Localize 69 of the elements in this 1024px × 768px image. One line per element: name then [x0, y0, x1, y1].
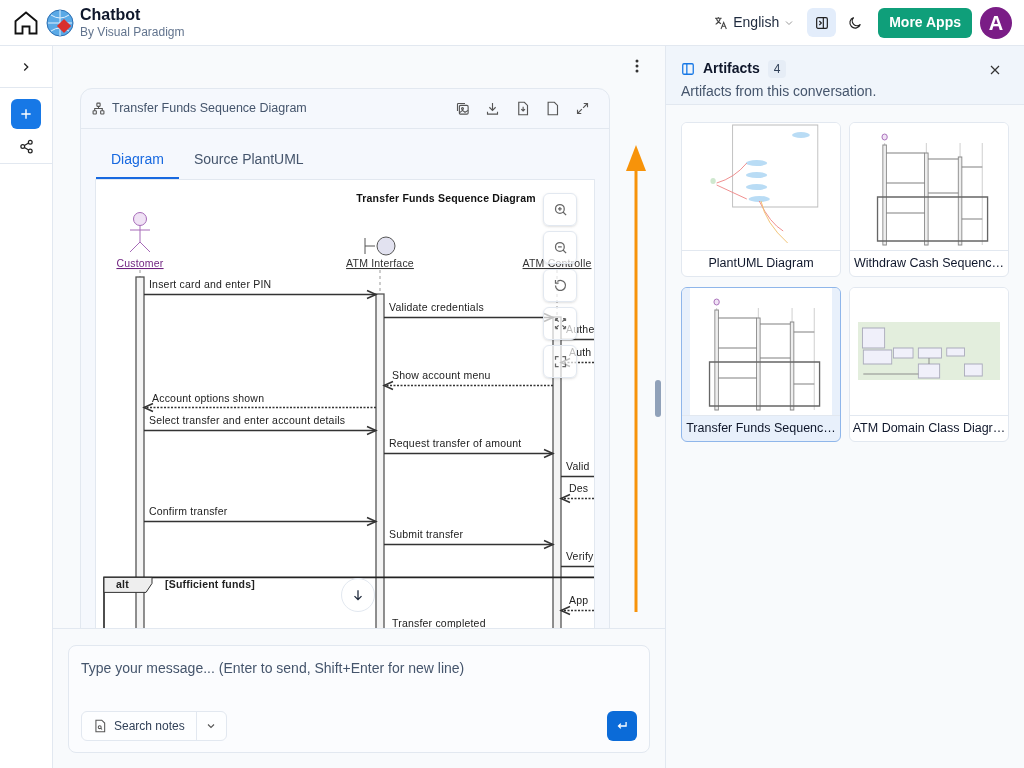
message-label: Account options shown — [152, 391, 265, 404]
diagram-title: Transfer Funds Sequence Diagram — [356, 192, 536, 204]
copy-image-icon[interactable] — [455, 101, 470, 116]
participant-label: ATM Controlle — [522, 257, 592, 269]
app-title: Chatbot — [80, 5, 142, 25]
file-search-icon — [93, 719, 107, 733]
artifact-label: ATM Domain Class Diagr… — [850, 415, 1008, 441]
panel-toggle-button[interactable] — [807, 8, 837, 37]
zoom-in-button[interactable] — [543, 193, 577, 226]
message-label: Auth — [569, 346, 592, 359]
message-label: Show account menu — [392, 368, 491, 381]
new-chat-button[interactable] — [11, 99, 41, 129]
logo-icon — [46, 8, 74, 37]
artifact-card[interactable]: Withdraw Cash Sequenc… — [849, 122, 1009, 277]
user-avatar[interactable]: A — [980, 6, 1012, 39]
actor-icon — [129, 212, 151, 253]
message-label: Confirm transfer — [149, 505, 228, 517]
share-icon[interactable] — [18, 139, 34, 154]
message-label: Insert card and enter PIN — [149, 278, 272, 290]
scrollbar-thumb[interactable] — [655, 380, 661, 417]
reset-button[interactable] — [543, 269, 577, 302]
message-label: Verify — [566, 550, 594, 563]
plus-icon — [19, 107, 33, 121]
arrows-out-icon — [552, 316, 568, 331]
zoom-out-icon — [552, 240, 568, 255]
message-label: Des — [569, 482, 589, 495]
artifact-label: PlantUML Diagram — [682, 250, 840, 276]
message-label: Submit transfer — [389, 527, 464, 540]
file-icon[interactable] — [545, 101, 560, 116]
participant-label: Customer — [116, 257, 164, 269]
participant-label: ATM Interface — [346, 257, 414, 269]
message-label: Authe — [566, 323, 594, 336]
artifact-card[interactable]: PlantUML Diagram — [681, 122, 841, 277]
boundary-icon — [364, 236, 396, 256]
moon-icon[interactable] — [847, 14, 864, 31]
panel-title: Artifacts — [703, 59, 760, 78]
expand-icon[interactable] — [575, 101, 590, 116]
fragment-tab — [103, 576, 153, 593]
artifact-card[interactable]: ATM Domain Class Diagr… — [849, 287, 1009, 442]
translate-icon — [713, 14, 730, 31]
download-icon[interactable] — [485, 101, 500, 116]
zoom-in-icon — [552, 202, 568, 217]
tab[interactable]: Source PlantUML — [178, 141, 319, 179]
close-icon[interactable] — [989, 64, 1001, 76]
reset-icon — [552, 278, 568, 293]
artifact-title: Transfer Funds Sequence Diagram — [112, 100, 307, 118]
artifact-label: Transfer Funds Sequenc… — [682, 415, 840, 441]
message-input[interactable]: Type your message... (Enter to send, Shift+Enter for new line) — [81, 658, 637, 679]
file-download-icon[interactable] — [515, 101, 530, 116]
language-selector[interactable]: English — [713, 12, 796, 33]
message-label: Valid — [566, 459, 590, 472]
sidebar-icon — [813, 14, 830, 31]
count-badge: 4 — [767, 59, 787, 78]
fragment-operator: alt — [116, 578, 129, 591]
send-button[interactable] — [607, 711, 637, 741]
message-label: Request transfer of amount — [389, 436, 522, 449]
message-label: Select transfer and enter account details — [149, 414, 346, 427]
message-label: App — [569, 594, 589, 607]
more-options-icon[interactable] — [635, 59, 639, 73]
artifact-label: Withdraw Cash Sequenc… — [850, 250, 1008, 276]
panel-subtitle: Artifacts from this conversation. — [681, 82, 877, 101]
app-subtitle: By Visual Paradigm — [80, 25, 185, 40]
hierarchy-icon — [92, 102, 105, 115]
artifact-card[interactable]: Transfer Funds Sequenc… — [681, 287, 841, 442]
guard-label: [Sufficient funds] — [165, 578, 255, 591]
fullscreen-icon — [552, 354, 568, 369]
message-label: Validate credentials — [389, 300, 484, 313]
arrow-down-icon — [351, 588, 365, 602]
panel-icon — [681, 61, 695, 76]
